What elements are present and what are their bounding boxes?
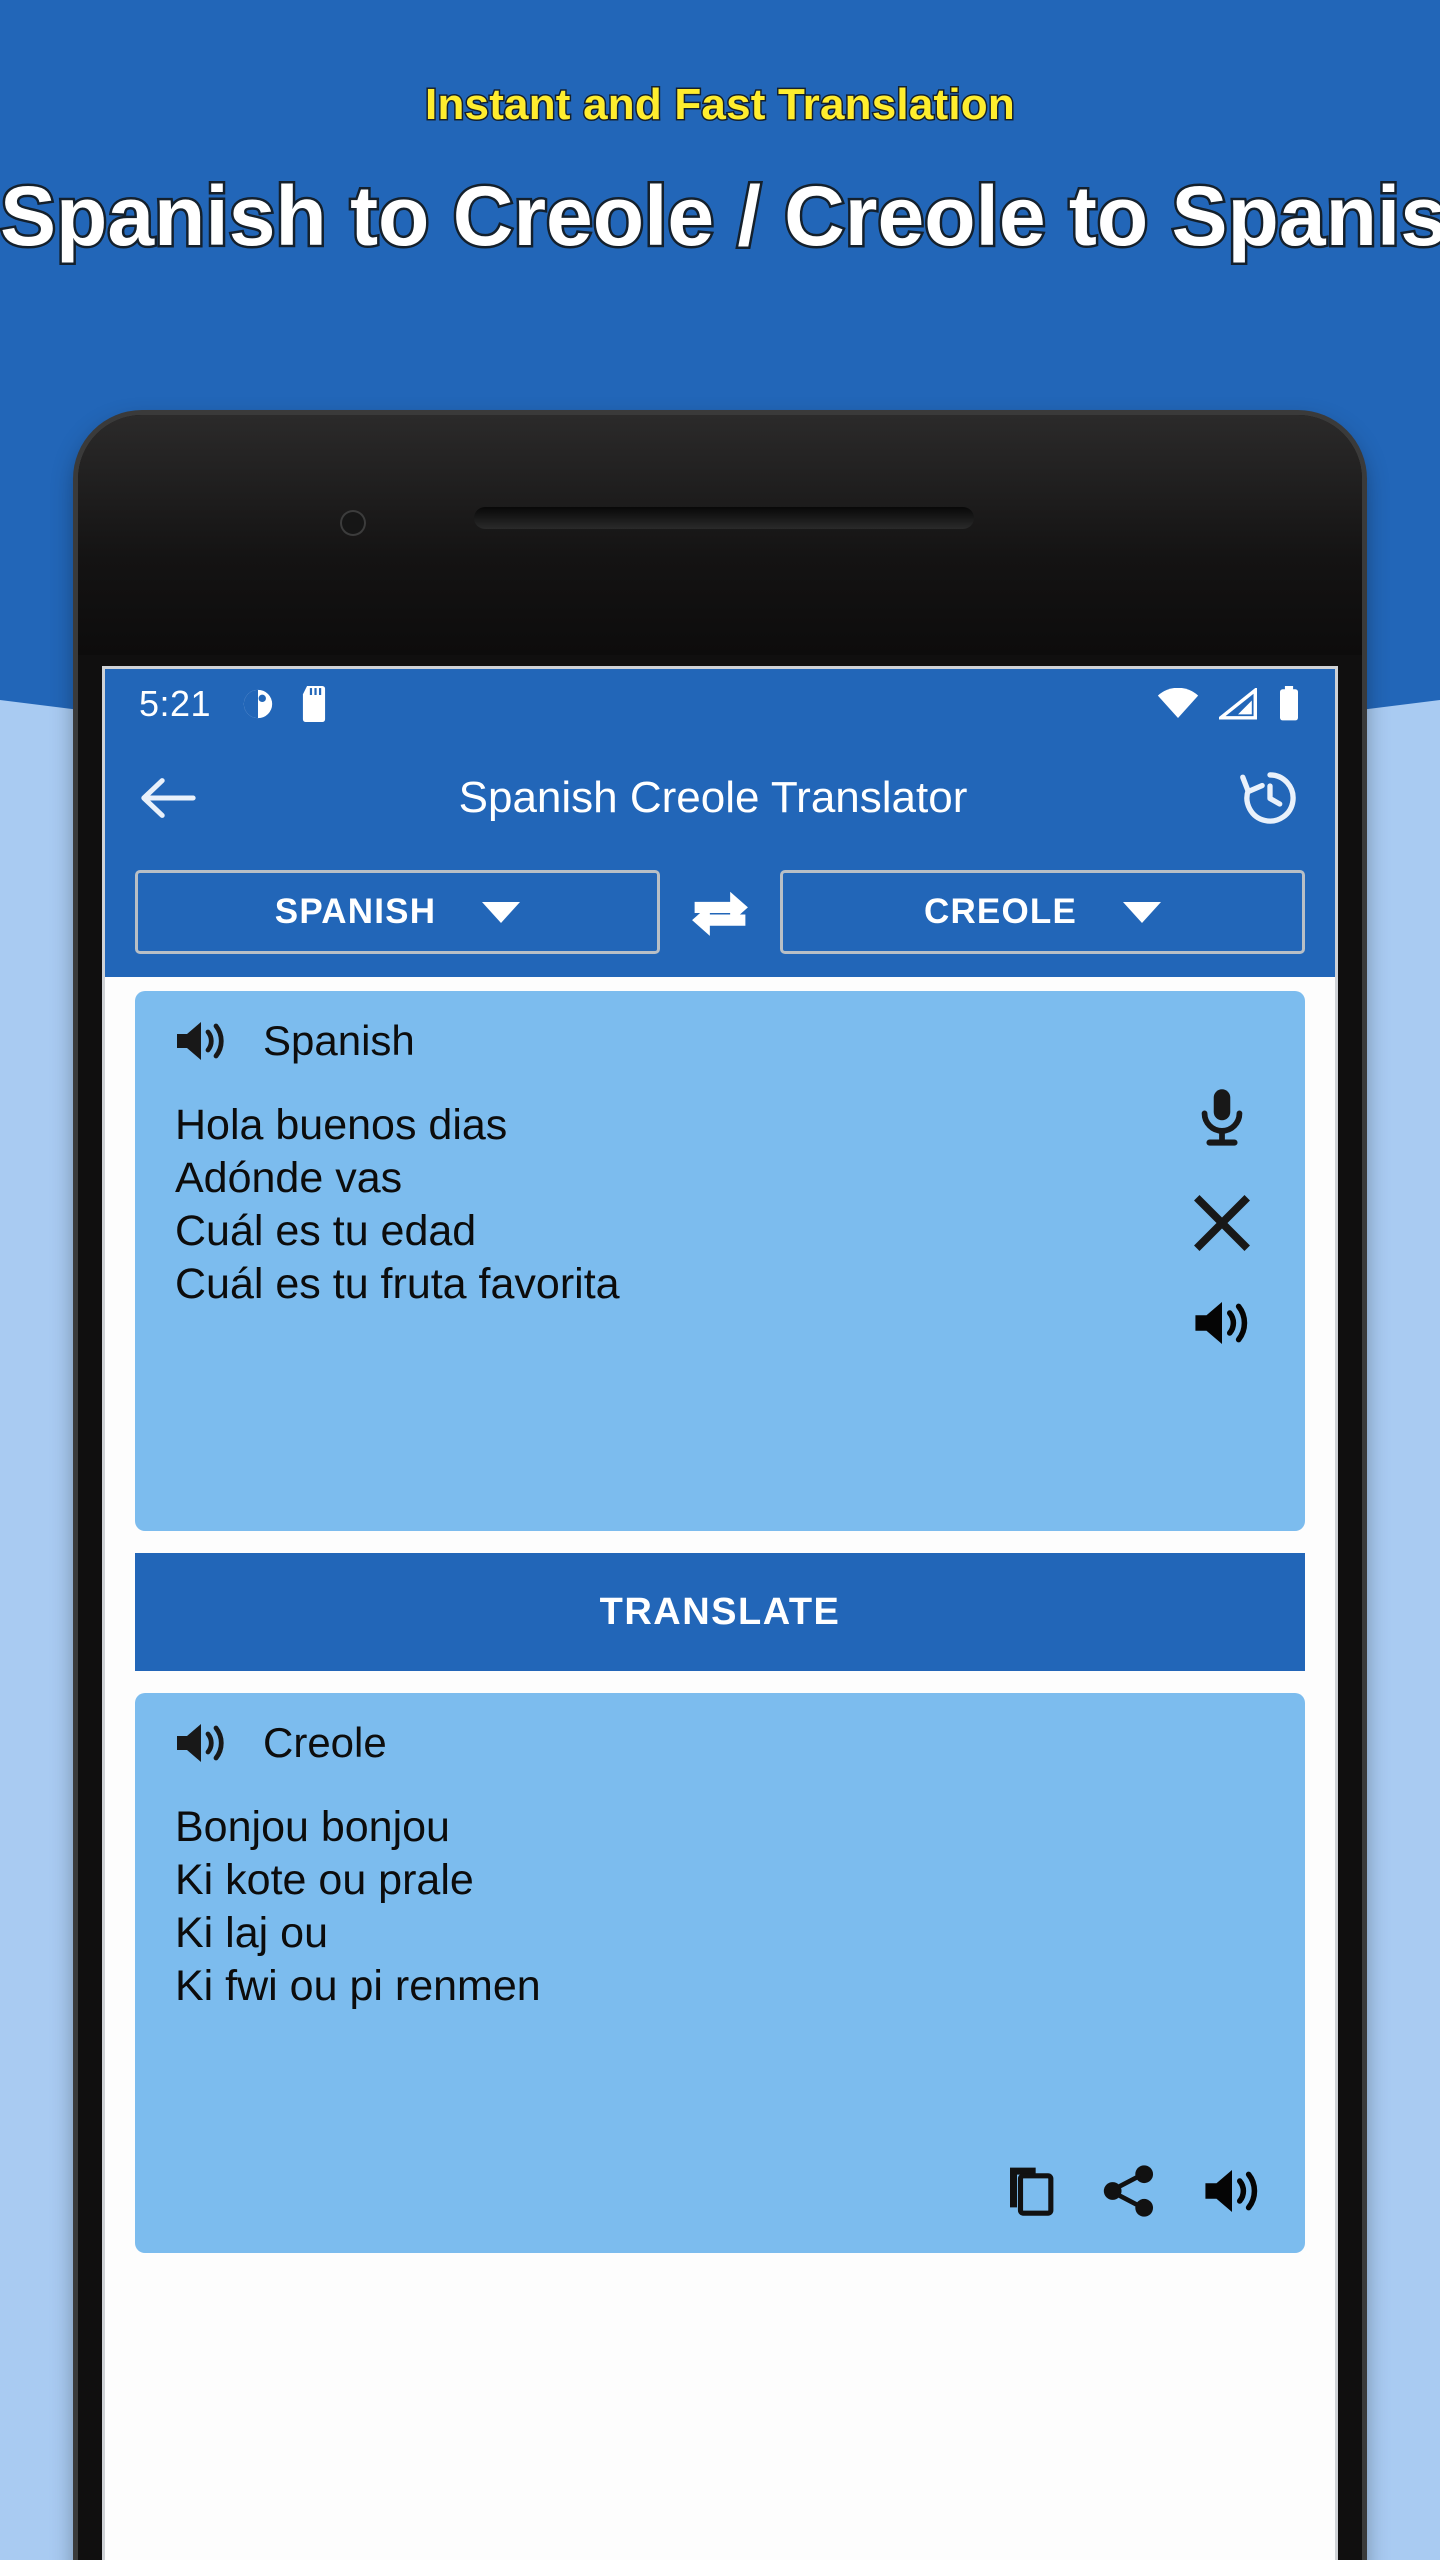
history-icon[interactable] [1239,768,1301,828]
translate-button[interactable]: TRANSLATE [135,1553,1305,1671]
speaker-icon[interactable] [1201,2165,1263,2217]
status-bar-left-icons [241,686,329,722]
result-text-output: Bonjou bonjou Ki kote ou prale Ki laj ou… [175,1803,541,2010]
translator-body: Spanish Hola buenos dias Adónde vas Cuál… [105,977,1335,2253]
chevron-down-icon [1123,901,1162,923]
source-text-card[interactable]: Spanish Hola buenos dias Adónde vas Cuál… [135,991,1305,1531]
front-camera-icon [340,510,366,536]
status-bar: 5:21 [105,669,1335,739]
chevron-down-icon [482,901,521,923]
speaker-icon[interactable] [1191,1297,1253,1349]
swap-languages-button[interactable] [660,879,780,945]
microphone-icon[interactable] [1194,1087,1250,1149]
target-language-spinner[interactable]: CREOLE [780,870,1305,954]
page-title: Spanish Creole Translator [458,773,968,822]
app-bar: Spanish Creole Translator [105,739,1335,857]
source-card-language: Spanish [263,1017,415,1064]
phone-screen: 5:21 Spanish Creole Translator SPANISH C… [105,669,1335,2560]
clear-icon[interactable] [1192,1193,1252,1253]
copy-icon[interactable] [1005,2163,1057,2219]
result-text-card[interactable]: Creole Bonjou bonjou Ki kote ou prale Ki… [135,1693,1305,2253]
swap-languages-icon [687,879,753,945]
do-not-disturb-icon [241,687,275,721]
sd-card-icon [299,686,329,722]
cellular-signal-icon [1219,688,1257,720]
promo-subtitle: Instant and Fast Translation [424,79,1017,131]
speaker-icon[interactable] [173,1720,229,1766]
result-card-language: Creole [263,1719,387,1766]
battery-icon [1277,686,1301,722]
language-selector-row: SPANISH CREOLE [105,857,1335,977]
wifi-icon [1157,688,1199,720]
speaker-icon[interactable] [173,1018,229,1064]
result-card-actions [1005,2163,1263,2219]
source-text-input[interactable]: Hola buenos dias Adónde vas Cuál es tu e… [135,1065,1305,1311]
target-language-label: CREOLE [923,892,1078,931]
source-card-header: Spanish [135,991,1305,1065]
source-card-actions [1191,1087,1253,1349]
promo-stage: Instant and Fast Translation Spanish to … [0,0,1440,2560]
status-bar-clock: 5:21 [139,683,212,724]
phone-mockup: 5:21 Spanish Creole Translator SPANISH C… [78,415,1362,2560]
status-bar-right-icons [1157,686,1301,722]
source-language-spinner[interactable]: SPANISH [135,870,660,954]
result-card-header: Creole [135,1693,1305,1767]
promo-title: Spanish to Creole / Creole to Spanish [0,167,1440,266]
earpiece-speaker [474,507,974,529]
source-language-label: SPANISH [274,892,437,931]
share-icon[interactable] [1101,2163,1157,2219]
